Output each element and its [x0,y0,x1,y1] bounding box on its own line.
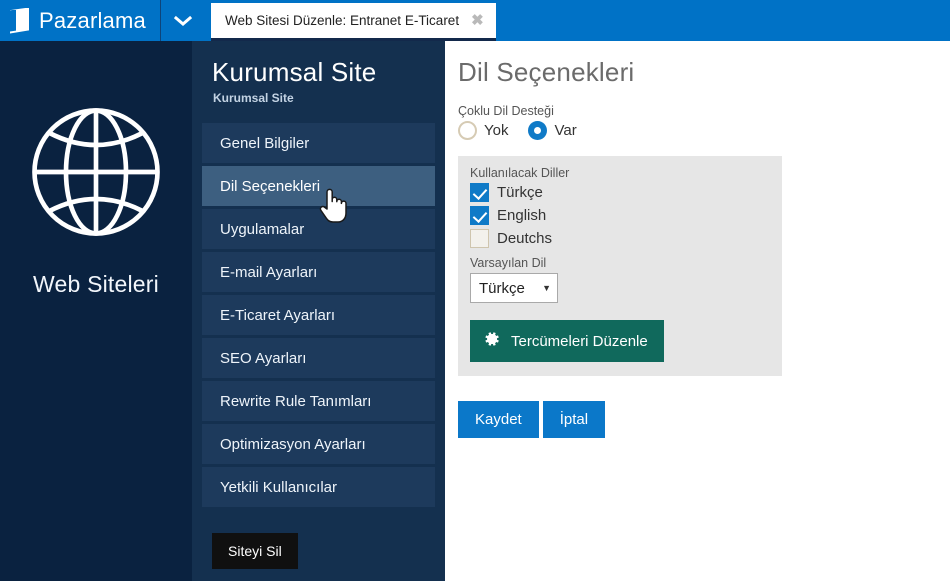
default-language-value: Türkçe [479,279,525,297]
checkbox-checked-icon[interactable] [470,183,489,202]
sidebar-item-label: Dil Seçenekleri [220,177,321,195]
delete-site-wrap: Siteyi Sil [202,533,435,569]
triangle-down-icon: ▼ [542,283,551,293]
brand-label: Pazarlama [39,7,146,33]
page-title: Dil Seçenekleri [458,57,635,87]
sidebar-item-uygulamalar[interactable]: Uygulamalar [202,209,435,249]
sidebar-item-dil-secenekleri[interactable]: Dil Seçenekleri [202,166,435,206]
left-app-panel: Web Siteleri [0,41,192,581]
page-icon [10,7,29,34]
sidebar-item-label: SEO Ayarları [220,349,307,367]
radio-label: Var [554,122,577,139]
sidebar-item-optimizasyon-ayarlari[interactable]: Optimizasyon Ayarları [202,424,435,464]
tab-strip: Web Sitesi Düzenle: Entranet E-Ticaret ✖ [205,0,950,41]
sidebar-item-label: Yetkili Kullanıcılar [220,478,338,496]
multilang-label: Çoklu Dil Desteği [458,104,554,118]
sidebar-item-rewrite-rule-tanimlari[interactable]: Rewrite Rule Tanımları [202,381,435,421]
site-sidebar: Kurumsal Site Kurumsal Site Genel Bilgil… [192,41,445,581]
tab-web-sitesi-duzenle[interactable]: Web Sitesi Düzenle: Entranet E-Ticaret ✖ [210,3,496,41]
sidebar-item-yetkili-kullanicilar[interactable]: Yetkili Kullanıcılar [202,467,435,507]
sidebar-item-eticaret-ayarlari[interactable]: E-Ticaret Ayarları [202,295,435,335]
site-subtitle: Kurumsal Site [213,91,294,105]
sidebar-item-genel-bilgiler[interactable]: Genel Bilgiler [202,123,435,163]
checkbox-checked-icon[interactable] [470,206,489,225]
left-panel-label: Web Siteleri [33,271,159,297]
site-title: Kurumsal Site [212,57,377,87]
delete-site-button[interactable]: Siteyi Sil [212,533,298,569]
sidebar-item-seo-ayarlari[interactable]: SEO Ayarları [202,338,435,378]
checkbox-label: Deutchs [497,230,553,247]
sidebar-item-label: Optimizasyon Ayarları [220,435,366,453]
languages-label: Kullanılacak Diller [470,166,570,180]
app-window: Pazarlama Web Sitesi Düzenle: Entranet E… [0,0,950,581]
sidebar-nav-list: Genel Bilgiler Dil Seçenekleri Uygulamal… [202,123,435,507]
radio-unchecked-icon[interactable] [458,121,477,140]
main-content: Dil Seçenekleri Çoklu Dil Desteği Yok Va… [445,41,950,581]
tab-label: Web Sitesi Düzenle: Entranet E-Ticaret [224,13,460,28]
default-language-label: Varsayılan Dil [470,256,547,270]
edit-translations-button[interactable]: Tercümeleri Düzenle [470,320,664,362]
radio-option-yok[interactable]: Yok [458,121,508,140]
close-icon[interactable]: ✖ [469,13,486,28]
sidebar-item-email-ayarlari[interactable]: E-mail Ayarları [202,252,435,292]
multilang-radio-group: Yok Var [458,121,950,140]
language-settings-panel: Kullanılacak Diller Türkçe English Deutc… [458,156,782,376]
checkbox-label: English [497,207,547,224]
checkbox-row-turkce[interactable]: Türkçe [470,183,770,202]
gear-icon [483,330,501,352]
radio-label: Yok [484,122,509,139]
radio-option-var[interactable]: Var [528,121,577,140]
sidebar-item-label: E-Ticaret Ayarları [220,306,336,324]
checkbox-row-english[interactable]: English [470,206,770,225]
save-button[interactable]: Kaydet [458,401,539,438]
sidebar-item-label: Genel Bilgiler [220,134,310,152]
checkbox-row-deutchs[interactable]: Deutchs [470,229,770,248]
checkbox-unchecked-icon[interactable] [470,229,489,248]
checkbox-label: Türkçe [497,184,543,201]
edit-translations-label: Tercümeleri Düzenle [511,332,648,350]
radio-checked-icon[interactable] [528,121,548,140]
top-bar: Pazarlama Web Sitesi Düzenle: Entranet E… [0,0,950,41]
brand-divider [159,0,161,41]
cancel-button[interactable]: İptal [542,401,606,438]
chevron-down-icon[interactable] [161,0,205,41]
form-actions: Kaydet İptal [458,401,950,438]
default-language-select[interactable]: Türkçe ▼ [470,273,558,303]
sidebar-item-label: E-mail Ayarları [220,263,318,281]
sidebar-item-label: Uygulamalar [220,220,305,238]
globe-icon [21,97,171,247]
brand-button[interactable]: Pazarlama [0,0,160,41]
sidebar-item-label: Rewrite Rule Tanımları [220,392,372,410]
